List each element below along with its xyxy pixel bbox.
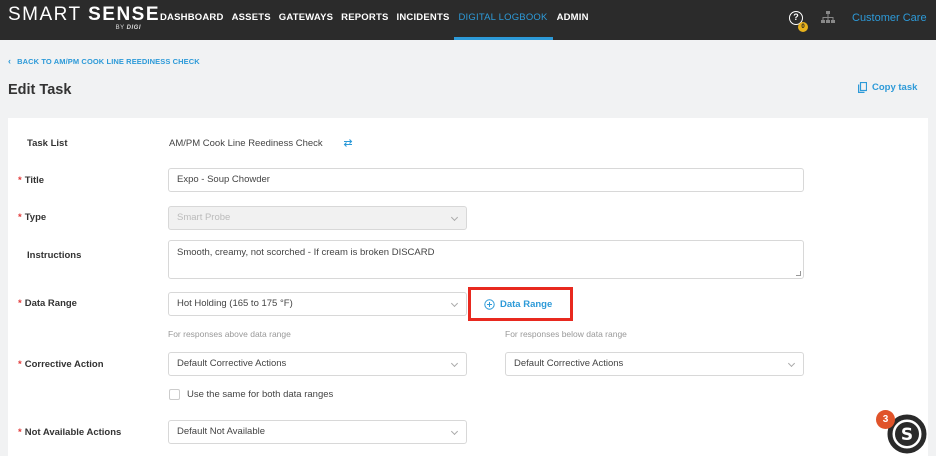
same-for-both-label[interactable]: Use the same for both data ranges <box>187 389 333 400</box>
corrective-action-below-select[interactable]: Default Corrective Actions <box>505 352 804 376</box>
plus-circle-icon <box>484 298 495 310</box>
corrective-action-label-text: Corrective Action <box>24 359 104 370</box>
page-title: Edit Task <box>8 82 72 98</box>
smartsense-logo[interactable]: SMART SENSE BY DIGI <box>8 4 159 36</box>
not-available-value: Default Not Available <box>177 426 266 437</box>
chevron-down-icon <box>450 427 459 436</box>
hint-above-range: For responses above data range <box>168 329 291 339</box>
swap-arrows-icon[interactable] <box>343 138 353 148</box>
logo-by: BY <box>115 25 125 31</box>
nav-incidents[interactable]: INCIDENTS <box>393 0 454 40</box>
chevron-left-icon: ‹ <box>8 56 12 66</box>
task-list-value: AM/PM Cook Line Reediness Check <box>169 138 323 149</box>
chat-letter: S <box>901 425 913 445</box>
required-asterisk: * <box>18 427 22 438</box>
required-asterisk: * <box>18 175 22 186</box>
not-available-select[interactable]: Default Not Available <box>168 420 467 444</box>
data-range-label: * Data Range <box>18 298 77 309</box>
type-label: * Type <box>18 212 46 223</box>
same-for-both-checkbox[interactable] <box>169 389 180 400</box>
not-available-label: * Not Available Actions <box>18 427 121 438</box>
nav-dashboard[interactable]: DASHBOARD <box>156 0 228 40</box>
title-label: * Title <box>18 175 44 186</box>
not-available-label-text: Not Available Actions <box>24 427 122 438</box>
customer-care-link[interactable]: Customer Care <box>852 12 927 24</box>
help-badge: 0 <box>798 22 808 32</box>
back-link[interactable]: ‹ BACK TO AM/PM COOK LINE REEDINESS CHECK <box>8 56 200 66</box>
required-asterisk: * <box>18 298 22 309</box>
back-link-label: BACK TO AM/PM COOK LINE REEDINESS CHECK <box>17 57 200 66</box>
type-select-value: Smart Probe <box>177 212 231 223</box>
type-label-text: Type <box>24 212 47 223</box>
instructions-textarea[interactable]: Smooth, creamy, not scorched - If cream … <box>168 240 804 279</box>
title-input[interactable]: Expo - Soup Chowder <box>168 168 804 192</box>
nav-assets[interactable]: ASSETS <box>228 0 275 40</box>
logo-text-bold: SENSE <box>88 4 161 25</box>
hint-below-range: For responses below data range <box>505 329 627 339</box>
task-list-label: Task List <box>27 138 68 149</box>
data-range-label-text: Data Range <box>24 298 77 309</box>
instructions-text: Smooth, creamy, not scorched - If cream … <box>177 247 435 258</box>
instructions-label: Instructions <box>27 250 82 261</box>
chat-notification-badge: 3 <box>876 410 895 429</box>
corrective-action-label: * Corrective Action <box>18 359 104 370</box>
nav-digital-logbook[interactable]: DIGITAL LOGBOOK <box>453 0 553 40</box>
resize-grip-icon[interactable] <box>796 271 801 276</box>
required-asterisk: * <box>18 212 22 223</box>
nav-admin[interactable]: ADMIN <box>553 0 593 40</box>
logo-by-brand: DIGI <box>126 25 141 31</box>
chevron-down-icon <box>450 299 459 308</box>
nav-gateways[interactable]: GATEWAYS <box>275 0 337 40</box>
data-range-select-value: Hot Holding (165 to 175 °F) <box>177 298 293 309</box>
corrective-action-above-value: Default Corrective Actions <box>177 358 287 369</box>
copy-icon <box>858 82 867 93</box>
chevron-down-icon <box>787 359 796 368</box>
chevron-down-icon <box>450 213 459 222</box>
main-nav: DASHBOARD ASSETS GATEWAYS REPORTS INCIDE… <box>156 0 593 40</box>
add-data-range-button[interactable]: Data Range <box>468 287 573 321</box>
top-navigation-bar: SMART SENSE BY DIGI DASHBOARD ASSETS GAT… <box>0 0 936 40</box>
org-chart-icon[interactable] <box>820 10 836 26</box>
logo-text-light: SMART <box>8 4 82 25</box>
type-select: Smart Probe <box>168 206 467 230</box>
add-data-range-label: Data Range <box>500 298 553 310</box>
corrective-action-above-select[interactable]: Default Corrective Actions <box>168 352 467 376</box>
chevron-down-icon <box>450 359 459 368</box>
edit-task-form: Task List AM/PM Cook Line Reediness Chec… <box>8 118 928 456</box>
nav-reports[interactable]: REPORTS <box>337 0 392 40</box>
data-range-select[interactable]: Hot Holding (165 to 175 °F) <box>168 292 467 316</box>
corrective-action-below-value: Default Corrective Actions <box>514 358 624 369</box>
required-asterisk: * <box>18 359 22 370</box>
copy-task-button[interactable]: Copy task <box>858 82 917 93</box>
copy-task-label: Copy task <box>872 82 918 93</box>
title-label-text: Title <box>24 175 45 186</box>
